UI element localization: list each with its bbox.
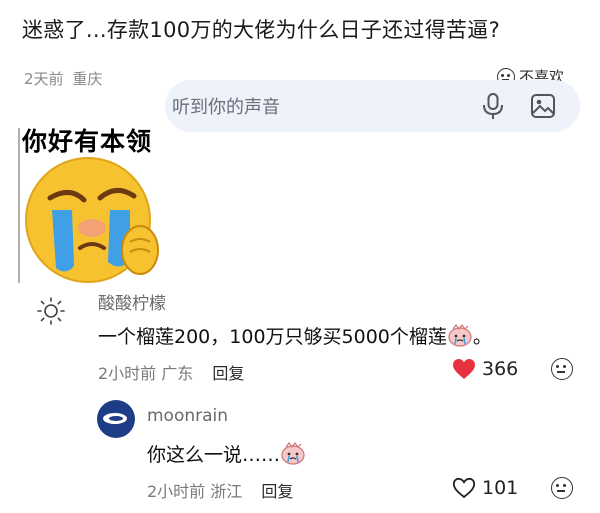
neutral-face-icon[interactable] [551, 477, 573, 499]
like-button[interactable]: 366 [452, 358, 518, 380]
post-title: 迷惑了...存款100万的大佬为什么日子还过得苦逼? [22, 18, 501, 42]
post-time: 2天前 [24, 70, 64, 88]
post-location: 重庆 [72, 70, 103, 88]
image-icon [531, 94, 555, 118]
like-button[interactable]: 101 [452, 477, 518, 499]
comment-location: 浙江 [210, 482, 243, 501]
comment-username[interactable]: moonrain [147, 406, 228, 426]
comment-text: 你这么一说…… [147, 440, 306, 467]
sun-avatar[interactable] [36, 296, 66, 326]
comment-time: 2小时前 [98, 364, 157, 383]
durian-crying-emoji [448, 324, 472, 347]
comment-meta: 2小时前 广东 回复 [98, 360, 244, 384]
comment-location: 广东 [161, 364, 194, 383]
sticker-divider [18, 128, 20, 283]
comment-time: 2小时前 [147, 482, 206, 501]
heart-filled-icon [453, 359, 475, 379]
heart-outline-icon [452, 477, 476, 499]
neutral-face-icon[interactable] [551, 358, 573, 380]
comment-meta: 2小时前 浙江 回复 [147, 478, 293, 502]
crying-emoji-sticker [25, 157, 159, 283]
comment-username[interactable]: 酸酸柠檬 [98, 289, 166, 314]
comment-text: 一个榴莲200，100万只够买5000个榴莲 。 [98, 322, 492, 349]
post-meta: 2天前 重庆 [24, 68, 106, 89]
durian-crying-emoji [281, 442, 305, 465]
sticker-voice-hint: 听到你的声音 [172, 97, 280, 118]
reply-button[interactable]: 回复 [212, 364, 244, 383]
microphone-icon [483, 93, 503, 119]
comment-suffix: 。 [472, 326, 492, 348]
like-count: 101 [482, 477, 519, 499]
comment-body: 你这么一说…… [147, 444, 281, 466]
moonrain-avatar[interactable] [97, 400, 135, 438]
reply-button[interactable]: 回复 [261, 482, 293, 501]
like-count: 366 [482, 358, 519, 380]
comment-body: 一个榴莲200，100万只够买5000个榴莲 [98, 326, 447, 348]
